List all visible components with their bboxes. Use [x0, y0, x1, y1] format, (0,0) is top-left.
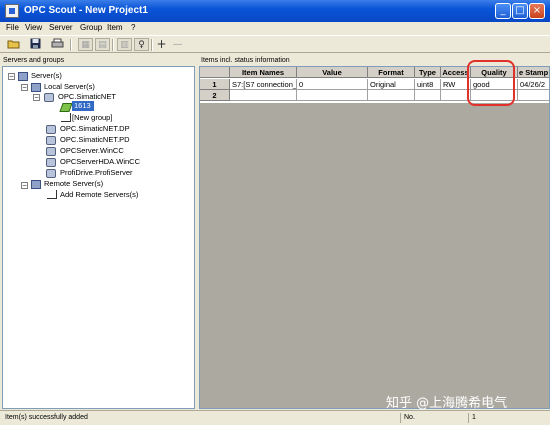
- server-tree: − Server(s) − Local Server(s) − OPC.Sima…: [2, 66, 195, 409]
- tree-item-profidrive[interactable]: ProfiDrive.ProfiServer: [60, 168, 133, 178]
- tree-collapse-toggle[interactable]: −: [8, 73, 15, 80]
- remote-computer-icon: [31, 180, 41, 189]
- opc-server-icon: [46, 125, 56, 134]
- menu-group[interactable]: Group: [80, 23, 102, 32]
- menu-server[interactable]: Server: [49, 23, 73, 32]
- remove-icon[interactable]: —: [170, 38, 185, 51]
- cell-type[interactable]: uint8: [415, 79, 441, 90]
- tree-collapse-toggle[interactable]: −: [21, 182, 28, 189]
- menu-view[interactable]: View: [25, 23, 42, 32]
- col-type[interactable]: Type: [415, 67, 441, 78]
- close-button[interactable]: ×: [529, 3, 545, 19]
- profidrive-icon: [46, 169, 56, 178]
- toolbar-separator: [112, 39, 114, 51]
- app-icon: [5, 4, 19, 18]
- cell-type[interactable]: [415, 90, 441, 101]
- save-icon[interactable]: [28, 38, 43, 51]
- cell-value[interactable]: [297, 90, 368, 101]
- col-format[interactable]: Format: [368, 67, 415, 78]
- print-icon[interactable]: [50, 38, 65, 51]
- cell-format[interactable]: [368, 90, 415, 101]
- tree-item-opcserver-wincc[interactable]: OPCServer.WinCC: [60, 146, 124, 156]
- tree-collapse-toggle[interactable]: −: [21, 84, 28, 91]
- items-header: Items incl. status information: [201, 57, 290, 64]
- new-group-icon: [61, 113, 71, 122]
- network-icon: [18, 72, 28, 81]
- tree-item-opcserverhda-wincc[interactable]: OPCServerHDA.WinCC: [60, 157, 140, 167]
- cell-time-stamp[interactable]: 04/26/2: [518, 79, 549, 90]
- cell-value[interactable]: 0: [297, 79, 368, 90]
- row-number[interactable]: 1: [200, 79, 230, 90]
- computer-icon: [31, 83, 41, 92]
- servers-groups-header: Servers and groups: [3, 57, 65, 64]
- tree-item-remote-servers[interactable]: Remote Server(s): [44, 179, 103, 189]
- item-props-icon[interactable]: ▥: [117, 38, 132, 51]
- tree-item-local-servers[interactable]: Local Server(s): [44, 82, 95, 92]
- col-item-names[interactable]: Item Names: [230, 67, 297, 78]
- menu-bar: File View Server Group Item ?: [0, 22, 550, 34]
- tree-collapse-toggle[interactable]: −: [33, 94, 40, 101]
- menu-item[interactable]: Item: [107, 23, 123, 32]
- col-value[interactable]: Value: [297, 67, 368, 78]
- row-number[interactable]: 2: [200, 90, 230, 101]
- watermark: 知乎 @上海腾希电气: [386, 396, 508, 411]
- cell-item-name[interactable]: S7:[S7 connection_: [230, 79, 297, 90]
- open-folder-icon[interactable]: [6, 38, 21, 51]
- status-count: 1: [468, 413, 550, 423]
- menu-help[interactable]: ?: [131, 23, 135, 32]
- group-props-icon[interactable]: ▤: [95, 38, 110, 51]
- items-grid: Item Names Value Format Type Access Qual…: [199, 66, 550, 409]
- toolbar-separator: [151, 39, 153, 51]
- group-icon: [59, 103, 73, 112]
- cell-time-stamp[interactable]: [518, 90, 549, 101]
- title-bar: OPC Scout - New Project1 _ □ ×: [0, 0, 550, 22]
- opc-server-icon: [46, 158, 56, 167]
- window-title: OPC Scout - New Project1: [24, 5, 148, 16]
- tree-item-opc-simaticnet-dp[interactable]: OPC.SimaticNET.DP: [60, 124, 130, 134]
- toolbar-separator: [70, 39, 72, 51]
- tree-item-servers[interactable]: Server(s): [31, 71, 62, 81]
- opc-server-icon: [46, 136, 56, 145]
- maximize-button[interactable]: □: [512, 3, 528, 19]
- tree-item-add-remote-servers[interactable]: Add Remote Servers(s): [60, 190, 138, 200]
- cell-item-name[interactable]: [230, 90, 297, 101]
- tree-item-new-group[interactable]: [New group]: [72, 113, 112, 123]
- opc-server-icon: [46, 147, 56, 156]
- cell-format[interactable]: Original: [368, 79, 415, 90]
- tree-item-opc-simaticnet-pd[interactable]: OPC.SimaticNET.PD: [60, 135, 130, 145]
- opc-server-icon: [44, 93, 54, 102]
- corner-header: [200, 67, 230, 78]
- minimize-button[interactable]: _: [495, 3, 511, 19]
- add-remote-icon: [47, 190, 57, 199]
- bulb-icon[interactable]: ♀: [134, 38, 149, 51]
- toolbar: ▦ ▤ ▥ ♀ + —: [0, 35, 550, 53]
- status-no-label: No.: [400, 413, 468, 423]
- quality-highlight-annotation: [467, 60, 515, 106]
- status-bar: Item(s) successfully added No. 1: [0, 410, 550, 425]
- add-icon[interactable]: +: [154, 38, 169, 51]
- col-time-stamp[interactable]: e Stamp: [518, 67, 549, 78]
- server-props-icon[interactable]: ▦: [78, 38, 93, 51]
- menu-file[interactable]: File: [6, 23, 19, 32]
- status-message: Item(s) successfully added: [5, 414, 88, 421]
- tree-item-1613[interactable]: 1613: [72, 101, 94, 111]
